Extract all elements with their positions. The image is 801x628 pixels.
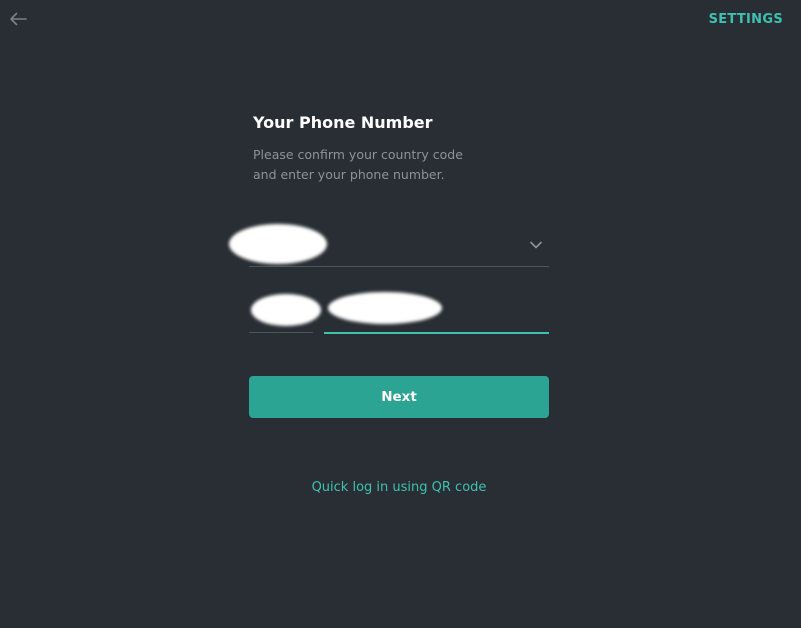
- chevron-down-icon: [530, 241, 542, 249]
- qr-login-link[interactable]: Quick log in using QR code: [249, 480, 549, 495]
- redacted-country-blob: [229, 224, 327, 264]
- login-screen: SETTINGS Your Phone Number Please confir…: [0, 0, 801, 628]
- page-title: Your Phone Number: [253, 113, 433, 132]
- page-subtitle: Please confirm your country code and ent…: [253, 147, 463, 182]
- redacted-phone-number-blob: [328, 292, 442, 324]
- phone-number-field[interactable]: [324, 292, 549, 334]
- back-button[interactable]: [8, 9, 28, 29]
- settings-button[interactable]: SETTINGS: [709, 12, 783, 27]
- next-button[interactable]: Next: [249, 376, 549, 418]
- arrow-left-icon: [10, 12, 27, 26]
- country-code-field[interactable]: [249, 292, 321, 333]
- redacted-country-code-blob: [251, 294, 321, 326]
- country-select[interactable]: [229, 224, 549, 267]
